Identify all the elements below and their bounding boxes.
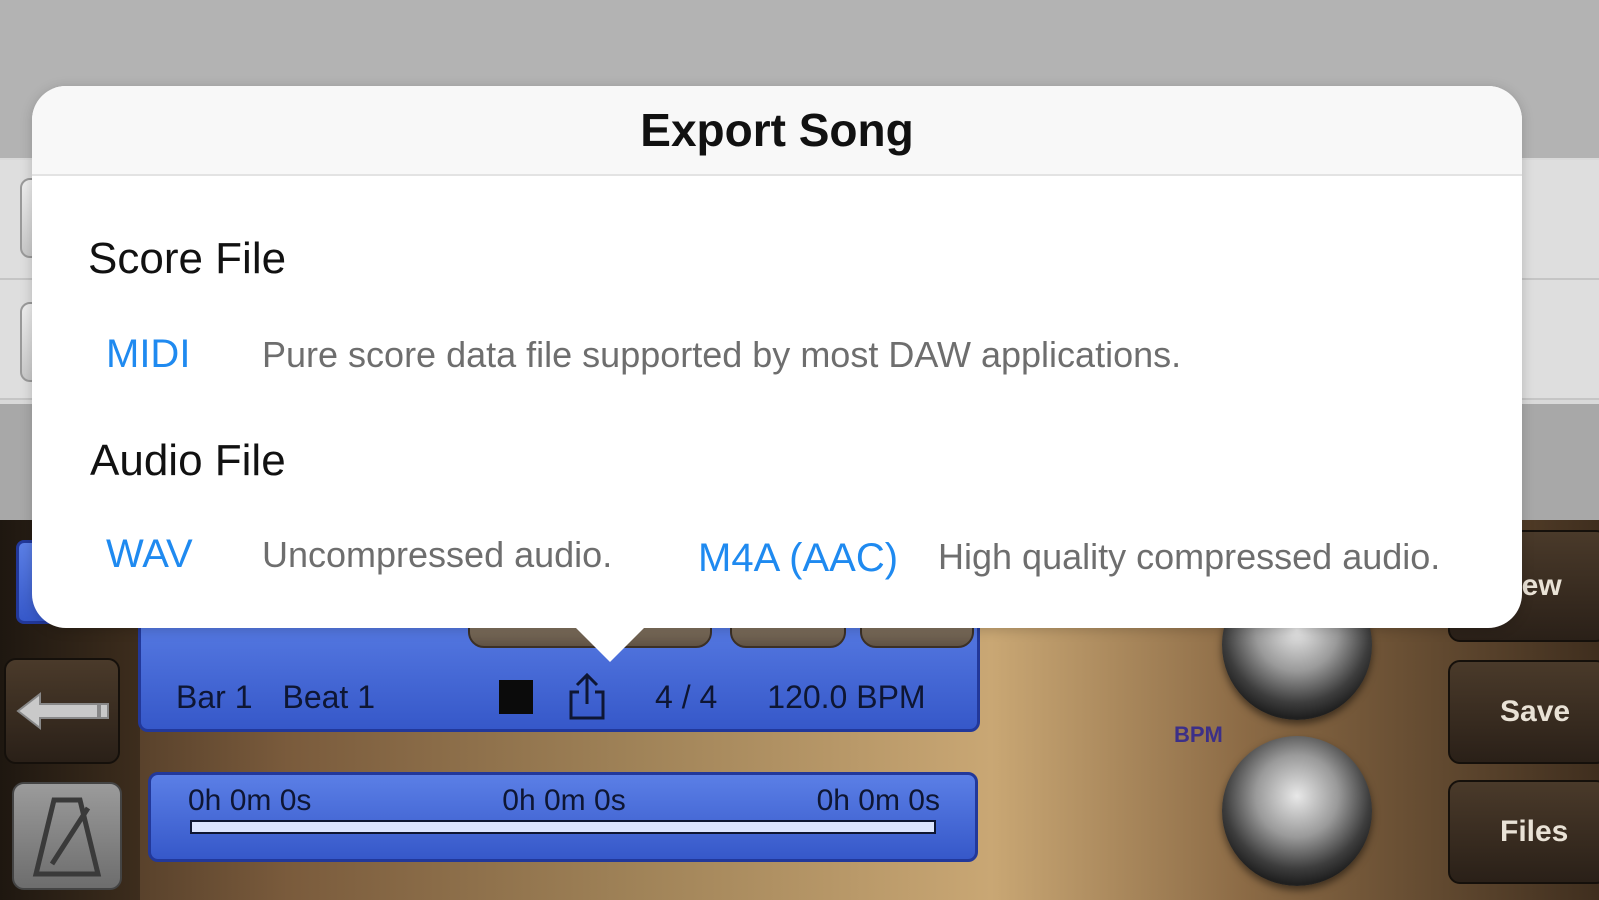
wav-export-button[interactable]: WAV (106, 532, 193, 577)
tempo-readout[interactable]: 120.0 BPM (767, 679, 925, 716)
export-song-popover: Export Song Score File MIDI Pure score d… (32, 86, 1522, 628)
save-button-label: Save (1500, 695, 1571, 728)
midi-export-button[interactable]: MIDI (106, 332, 190, 377)
back-arrow-icon (16, 691, 109, 731)
bpm-knob-label: BPM (1174, 722, 1223, 747)
m4a-export-button[interactable]: M4A (AAC) (698, 536, 898, 581)
time-signature[interactable]: 4 / 4 (655, 679, 717, 716)
files-button-label: Files (1500, 815, 1569, 848)
files-button[interactable]: Files (1448, 780, 1599, 884)
timeline-end: 0h 0m 0s (816, 784, 940, 817)
timeline-progress-bar[interactable] (190, 820, 936, 834)
m4a-description: High quality compressed audio. (938, 536, 1441, 577)
share-icon[interactable] (565, 672, 609, 722)
wav-description: Uncompressed audio. (262, 534, 613, 575)
audio-file-heading: Audio File (90, 436, 286, 485)
metronome-button[interactable] (12, 782, 122, 890)
stop-icon[interactable] (499, 680, 533, 714)
transport-bar: Bar 1 Beat 1 4 / 4 120.0 BPM (150, 662, 978, 732)
bar-position: Bar 1 (176, 678, 253, 715)
midi-description: Pure score data file supported by most D… (262, 334, 1182, 375)
save-button[interactable]: Save (1448, 660, 1599, 764)
metronome-icon (32, 797, 102, 877)
timeline-current: 0h 0m 0s (502, 784, 626, 817)
timeline-readouts: 0h 0m 0s 0h 0m 0s 0h 0m 0s (188, 784, 940, 818)
beat-position: Beat 1 (282, 678, 375, 715)
back-button[interactable] (4, 658, 120, 764)
bpm-knob[interactable] (1222, 736, 1372, 886)
popover-header: Export Song (32, 86, 1522, 176)
popover-title: Export Song (640, 104, 914, 156)
timeline-start: 0h 0m 0s (188, 784, 312, 817)
popover-arrow (574, 626, 646, 662)
score-file-heading: Score File (88, 234, 287, 283)
